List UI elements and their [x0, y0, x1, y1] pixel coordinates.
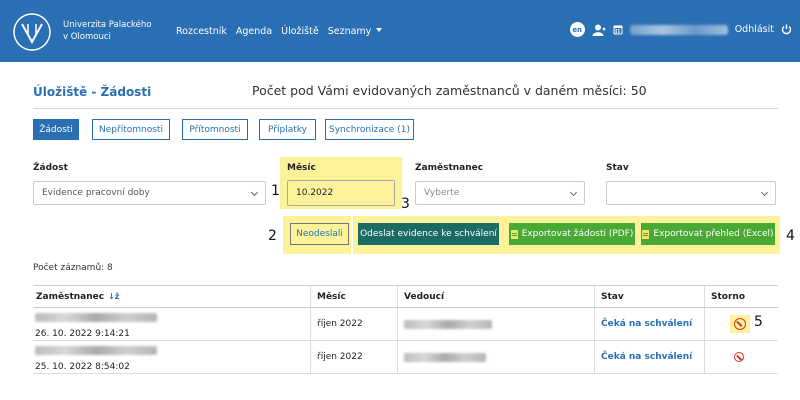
export-excel-button[interactable]: Exportovat přehled (Excel)	[641, 223, 775, 245]
upol-logo-icon[interactable]	[12, 12, 52, 52]
nav-seznamy-label: Seznamy	[327, 26, 372, 37]
nav-rozcestnik[interactable]: Rozcestník	[176, 26, 227, 37]
top-navbar: Univerzita Palackého v Olomouci Rozcestn…	[0, 0, 800, 62]
requests-table: Zaměstnanec ↓ẑ Měsíc Vedoucí Stav Storno…	[33, 285, 778, 374]
col-divider	[704, 286, 705, 307]
page-title: Úložiště - Žádosti	[33, 85, 152, 99]
storno-cell	[734, 308, 746, 340]
nav-agenda[interactable]: Agenda	[236, 26, 272, 37]
cancel-icon[interactable]	[734, 318, 746, 330]
language-switch[interactable]: en	[569, 22, 585, 37]
annotation-2: 2	[268, 228, 277, 244]
col-divider	[397, 286, 398, 307]
export-pdf-label: Exportovat žádosti (PDF)	[521, 229, 634, 239]
document-icon	[642, 229, 650, 239]
submitted-date: 26. 10. 2022 9:14:21	[35, 329, 130, 339]
col-month: Měsíc	[317, 291, 346, 302]
manager-name-redacted	[404, 319, 492, 329]
chevron-down-icon	[250, 188, 259, 197]
col-manager: Vedoucí	[404, 291, 445, 302]
tab-nepritomnosti[interactable]: Nepřítomnosti	[92, 119, 170, 140]
employee-count-text: Počet pod Vámi evidovaných zaměstnanců v…	[252, 83, 647, 98]
storno-cell	[734, 341, 744, 373]
employee-label: Zaměstnanec	[415, 163, 484, 173]
month-input[interactable]: 10.2022	[287, 180, 395, 206]
employee-select-placeholder: Vyberte	[424, 188, 460, 198]
university-name[interactable]: Univerzita Palackého v Olomouci	[63, 19, 151, 43]
tab-synchronizace[interactable]: Synchronizace (1)	[325, 119, 414, 140]
table-row[interactable]: 25. 10. 2022 8:54:02 říjen 2022 Čeká na …	[33, 341, 778, 374]
tab-priplatky[interactable]: Příplatky	[259, 119, 316, 140]
logout-link[interactable]: Odhlásit	[735, 24, 774, 35]
request-label: Žádost	[33, 163, 68, 173]
request-select[interactable]: Evidence pracovní doby	[33, 181, 266, 205]
send-evidence-button[interactable]: Odeslat evidence ke schválení	[358, 223, 499, 245]
nav-uloziste[interactable]: Úložiště	[281, 26, 319, 37]
status-cell[interactable]: Čeká na schválení	[601, 308, 692, 340]
manager-cell	[404, 308, 492, 340]
document-icon	[510, 229, 518, 239]
employee-name-redacted	[35, 346, 157, 355]
export-pdf-button[interactable]: Exportovat žádosti (PDF)	[509, 223, 635, 245]
cancel-icon[interactable]	[734, 352, 744, 362]
col-divider	[594, 308, 595, 340]
employee-select[interactable]: Vyberte	[415, 181, 585, 205]
col-divider	[310, 308, 311, 340]
submitted-date: 25. 10. 2022 8:54:02	[35, 362, 130, 372]
university-name-line2: v Olomouci	[63, 32, 111, 42]
chevron-down-icon	[376, 28, 383, 32]
col-divider	[704, 308, 705, 340]
col-storno: Storno	[711, 291, 745, 302]
employee-cell: 25. 10. 2022 8:54:02	[35, 346, 157, 372]
col-divider	[397, 341, 398, 373]
annotation-4: 4	[786, 228, 795, 244]
state-select[interactable]	[606, 181, 776, 205]
month-input-value: 10.2022	[296, 188, 334, 198]
col-divider	[310, 341, 311, 373]
chevron-down-icon	[760, 188, 769, 197]
table-header: Zaměstnanec ↓ẑ Měsíc Vedoucí Stav Storno	[33, 286, 778, 308]
unsent-button[interactable]: Neodeslali	[290, 223, 349, 245]
power-icon[interactable]	[781, 24, 792, 35]
university-name-line1: Univerzita Palackého	[63, 20, 152, 30]
calendar-icon[interactable]	[613, 24, 623, 35]
tab-pritomnosti[interactable]: Přítomnosti	[182, 119, 248, 140]
state-label: Stav	[606, 163, 629, 173]
nav-seznamy[interactable]: Seznamy	[328, 26, 383, 37]
col-employee-label: Zaměstnanec	[36, 291, 105, 302]
manager-name-redacted	[404, 352, 486, 362]
annotation-5: 5	[754, 314, 763, 330]
record-count: Počet záznamů: 8	[33, 263, 113, 273]
col-employee[interactable]: Zaměstnanec ↓ẑ	[36, 286, 119, 307]
col-state: Stav	[601, 291, 624, 302]
table-row[interactable]: 26. 10. 2022 9:14:21 říjen 2022 Čeká na …	[33, 308, 778, 341]
header-tools: en Odhlásit	[569, 22, 792, 37]
header-divider	[33, 108, 778, 109]
annotation-3: 3	[401, 196, 410, 212]
employee-cell: 26. 10. 2022 9:14:21	[35, 313, 157, 339]
manager-cell	[404, 341, 486, 373]
status-cell[interactable]: Čeká na schválení	[601, 341, 692, 373]
month-cell: říjen 2022	[317, 352, 363, 362]
sort-icon[interactable]: ↓ẑ	[108, 292, 119, 301]
col-divider	[594, 286, 595, 307]
col-divider	[397, 308, 398, 340]
month-label: Měsíc	[287, 163, 316, 173]
request-select-value: Evidence pracovní doby	[42, 188, 150, 198]
col-divider	[594, 341, 595, 373]
export-excel-label: Exportovat přehled (Excel)	[653, 229, 774, 239]
main-nav: Rozcestník Agenda Úložiště Seznamy	[176, 26, 383, 37]
user-icon[interactable]	[592, 24, 606, 36]
annotation-1: 1	[271, 183, 280, 199]
col-divider	[310, 286, 311, 307]
chevron-down-icon	[569, 188, 578, 197]
user-name-redacted	[629, 24, 728, 35]
employee-name-redacted	[35, 313, 157, 322]
tab-zadosti[interactable]: Žádosti	[33, 119, 79, 140]
col-divider	[704, 341, 705, 373]
month-cell: říjen 2022	[317, 319, 363, 329]
